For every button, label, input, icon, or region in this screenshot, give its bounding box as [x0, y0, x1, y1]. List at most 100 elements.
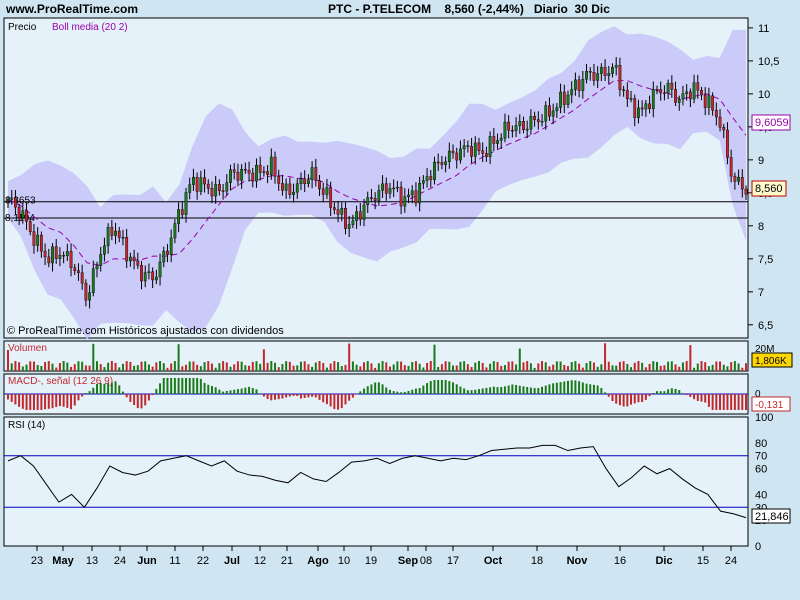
volume-bar [670, 361, 673, 371]
candle-body [481, 150, 485, 154]
candle-body [440, 162, 444, 165]
macd-bar [466, 390, 469, 394]
volume-bar [641, 362, 644, 371]
volume-bar [203, 362, 206, 371]
macd-bar [10, 394, 13, 402]
candle-body [370, 197, 373, 199]
candle-body [180, 209, 184, 215]
volume-bar [299, 361, 302, 371]
volume-value-label: 1,806K [755, 356, 787, 367]
volume-bar [259, 363, 262, 371]
macd-bar [47, 394, 50, 409]
volume-bar [21, 366, 24, 371]
macd-bar [314, 394, 317, 398]
volume-bar [185, 364, 188, 371]
volume-bar [526, 361, 529, 371]
candle-body [707, 95, 711, 108]
macd-bar [162, 378, 165, 394]
macd-bar [745, 394, 747, 410]
macd-bar [58, 394, 61, 407]
volume-bar [737, 363, 740, 371]
macd-bar [485, 387, 488, 394]
macd-bar [121, 391, 124, 394]
volume-bar [303, 361, 306, 371]
candle-body [455, 152, 459, 161]
price-axis-label: 6,5 [758, 320, 773, 332]
volume-bar [719, 361, 722, 371]
volume-bar [144, 361, 147, 371]
candle-body [648, 103, 651, 109]
macd-bar [214, 387, 217, 394]
macd-bar [726, 394, 729, 410]
volume-bar [270, 361, 273, 371]
macd-bar [285, 394, 288, 398]
macd-bar [663, 391, 666, 394]
candle-body [136, 260, 140, 266]
volume-bar [199, 366, 202, 371]
candle-body [273, 156, 277, 177]
macd-bar [541, 386, 544, 394]
volume-bar [518, 348, 521, 371]
candle-body [173, 223, 177, 239]
macd-bar [73, 394, 76, 406]
volume-bar [537, 363, 540, 371]
candle-body [548, 105, 551, 117]
candle-body [28, 221, 32, 232]
candle-body [581, 79, 585, 91]
macd-bar [511, 384, 514, 394]
candle-body [39, 234, 43, 252]
volume-bar [147, 364, 150, 371]
candle-body [592, 72, 596, 81]
macd-bar [51, 394, 54, 409]
volume-bar [325, 367, 328, 371]
volume-bar [663, 365, 666, 371]
candle-body [403, 196, 407, 207]
volume-bar [103, 367, 106, 371]
candle-body [436, 161, 440, 164]
volume-bar [700, 361, 703, 371]
volume-bar [344, 364, 347, 371]
candle-body [17, 206, 21, 219]
candle-body [214, 184, 218, 197]
candle-body [125, 236, 129, 262]
volume-bar [62, 361, 65, 371]
candle-body [625, 90, 629, 99]
macd-bar [236, 389, 239, 394]
macd-bar [711, 394, 714, 410]
candle-body [314, 167, 318, 181]
volume-bar [107, 362, 110, 371]
macd-bar [470, 390, 473, 394]
candle-body [177, 209, 180, 224]
macd-bar [500, 386, 503, 394]
x-axis-label: 22 [197, 555, 209, 567]
volume-bar [741, 367, 744, 371]
macd-bar [333, 394, 336, 409]
candle-body [195, 177, 199, 192]
volume-bar [155, 362, 158, 371]
volume-bar [452, 365, 455, 371]
candle-body [525, 128, 529, 131]
volume-bar [496, 362, 499, 371]
candle-body [492, 136, 496, 144]
candle-body [407, 194, 410, 197]
volume-bar [307, 364, 310, 371]
candle-body [10, 197, 14, 200]
candle-body [688, 91, 692, 100]
x-axis-label: 21 [281, 555, 293, 567]
macd-bar [374, 382, 377, 394]
volume-bar [84, 365, 87, 371]
volume-bar [162, 363, 165, 371]
macd-bar [507, 385, 510, 394]
candle-body [258, 164, 262, 173]
macd-value-label: -0,131 [755, 400, 784, 411]
macd-bar [281, 394, 284, 399]
volume-bar [622, 361, 625, 371]
macd-bar [40, 394, 43, 410]
candle-body [522, 121, 525, 130]
volume-bar [314, 362, 317, 371]
macd-bar [166, 378, 169, 394]
macd-bar [303, 394, 306, 398]
volume-bar [77, 361, 80, 371]
macd-bar [503, 386, 506, 394]
macd-bar [437, 380, 440, 394]
